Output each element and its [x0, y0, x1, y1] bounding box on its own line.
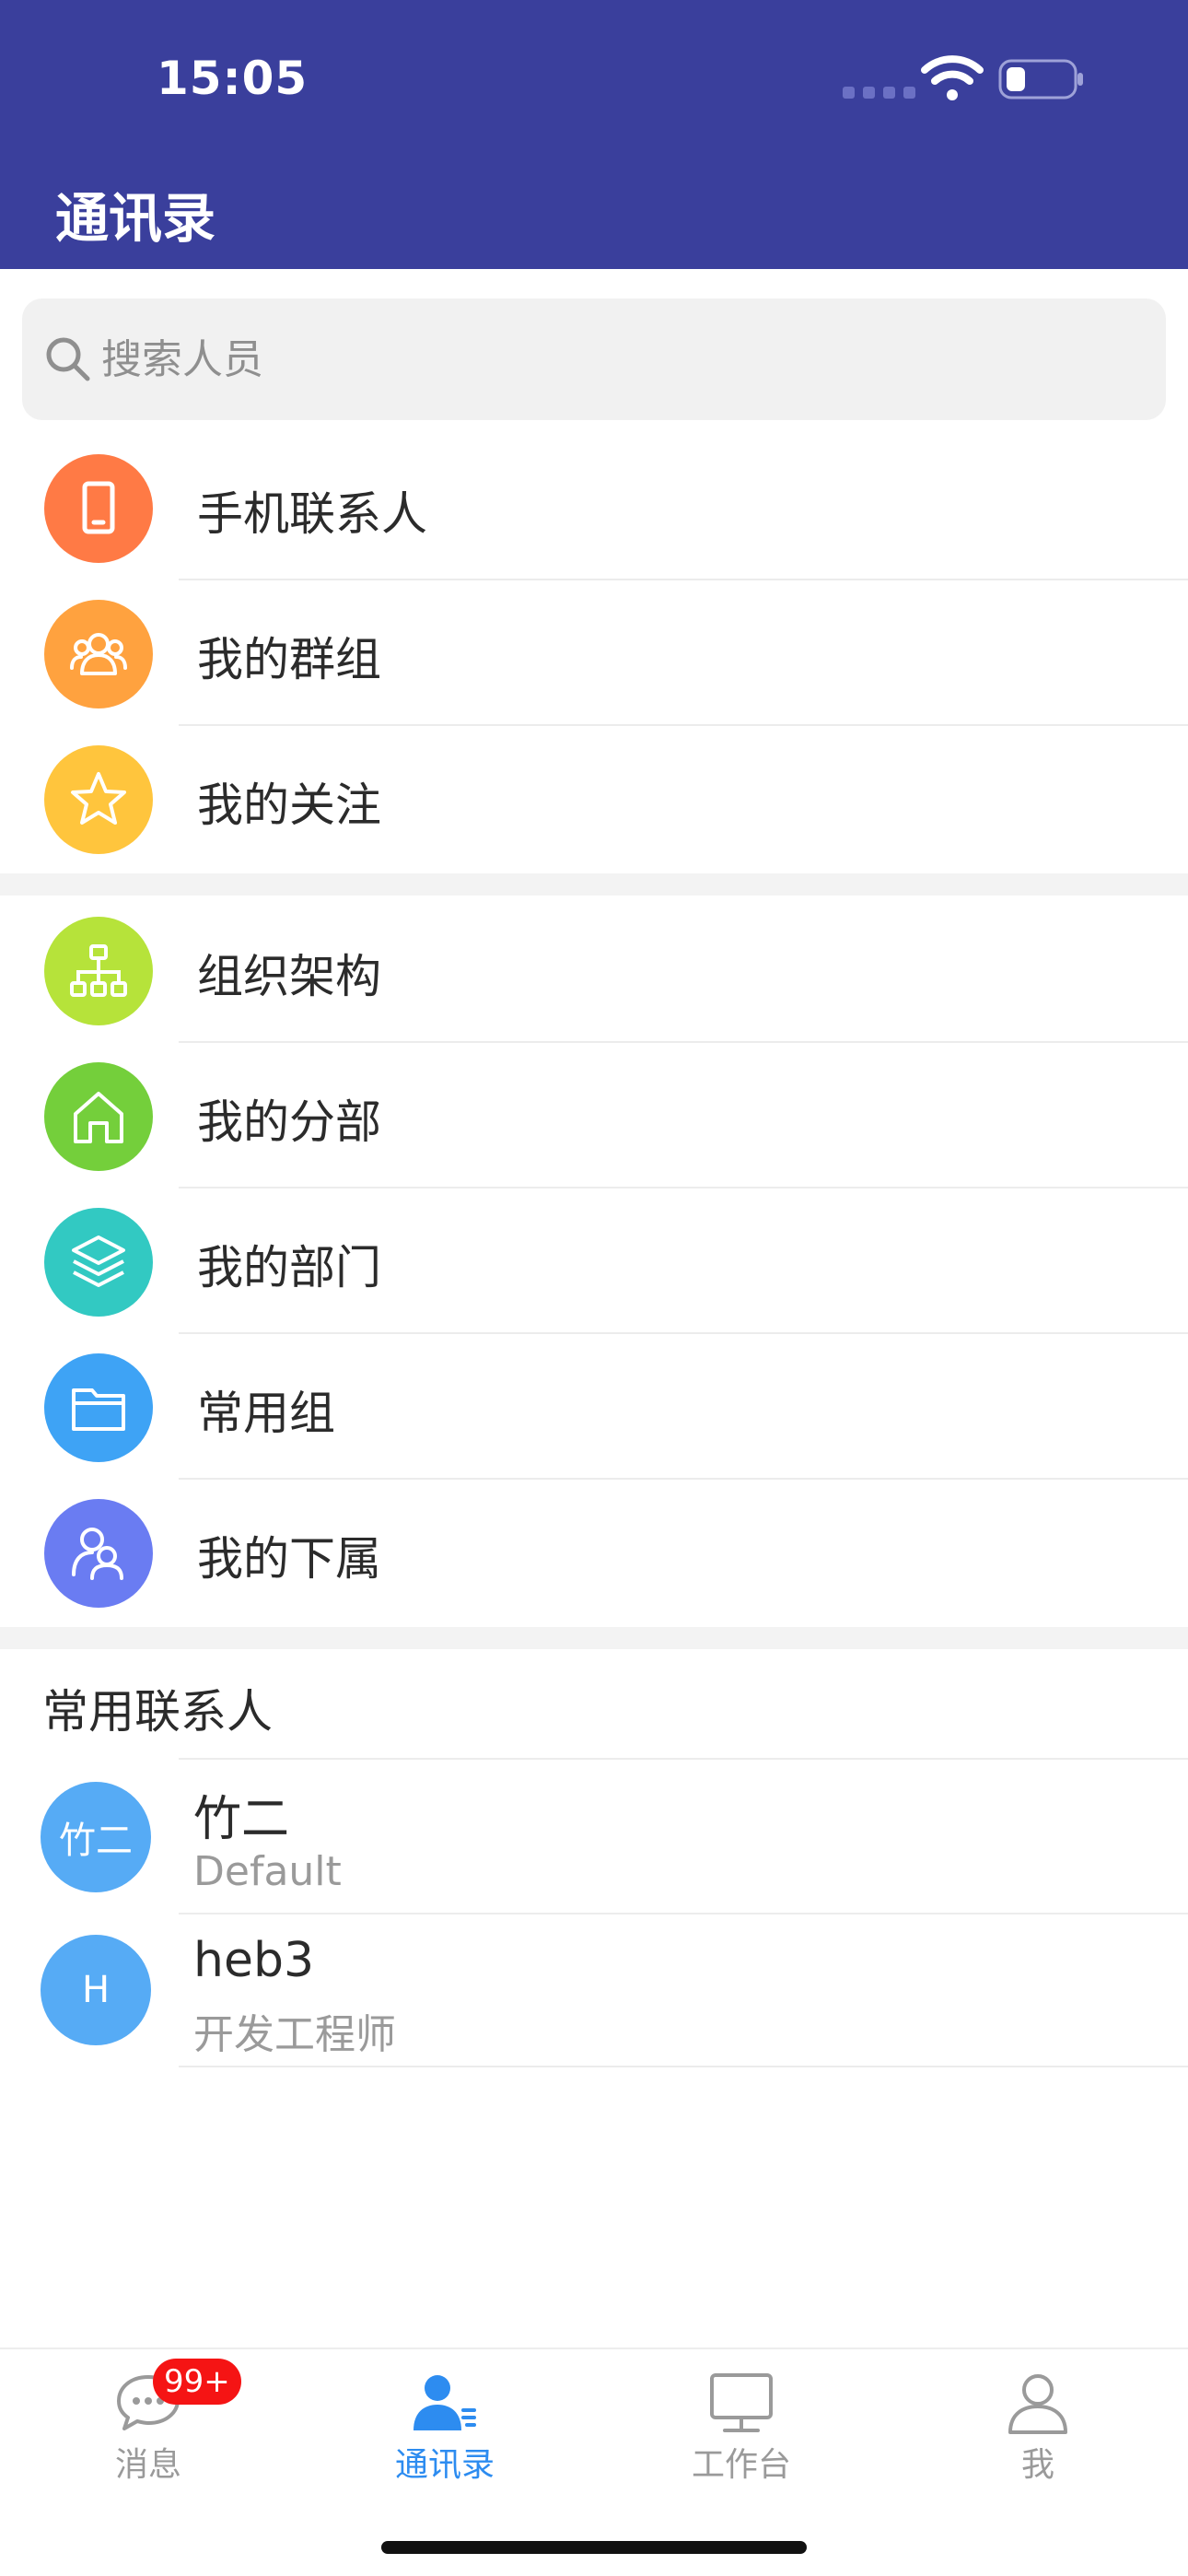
tab-messages[interactable]: 99+ 消息	[0, 2349, 297, 2515]
monitor-icon	[710, 2373, 773, 2432]
contacts-icon	[413, 2375, 476, 2430]
menu-item-my-department[interactable]: 我的部门	[0, 1188, 1188, 1334]
search-icon	[46, 337, 90, 381]
tab-label: 我	[1020, 2446, 1054, 2484]
battery-icon	[998, 59, 1083, 100]
contact-name: heb3	[193, 1933, 315, 1988]
wifi-icon	[921, 55, 984, 100]
menu-item-common-groups[interactable]: 常用组	[0, 1334, 1188, 1480]
menu-item-phone-contacts[interactable]: 手机联系人	[0, 435, 1188, 580]
menu-item-label: 常用组	[197, 1387, 335, 1440]
menu-item-my-subordinates[interactable]: 我的下属	[0, 1480, 1188, 1625]
user-icon	[1008, 2374, 1067, 2434]
contact-name: 竹二	[193, 1792, 290, 1847]
divider	[179, 2066, 1188, 2067]
status-time: 15:05	[157, 52, 309, 105]
menu-item-label: 我的关注	[197, 779, 381, 832]
tab-label: 通讯录	[394, 2446, 495, 2484]
contact-subtitle: Default	[193, 1848, 342, 1895]
tab-me[interactable]: 我	[890, 2349, 1186, 2515]
menu-item-my-groups[interactable]: 我的群组	[0, 580, 1188, 726]
tab-label: 消息	[114, 2446, 181, 2484]
page-title: 通讯录	[55, 187, 216, 250]
org-chart-icon	[44, 917, 153, 1025]
home-icon	[44, 1062, 153, 1171]
contact-row[interactable]: 竹二 竹二 Default	[0, 1762, 1188, 1914]
layers-icon	[44, 1208, 153, 1317]
cellular-signal-icon	[843, 87, 915, 99]
group-icon	[44, 600, 153, 708]
menu-item-label: 手机联系人	[197, 487, 427, 541]
menu-item-my-branch[interactable]: 我的分部	[0, 1043, 1188, 1188]
phone-icon	[44, 454, 153, 563]
search-input[interactable]	[101, 317, 1114, 402]
section-gap	[0, 1627, 1188, 1649]
folder-icon	[44, 1353, 153, 1462]
unread-badge: 99+	[153, 2359, 241, 2405]
menu-item-label: 我的分部	[197, 1095, 381, 1149]
tab-contacts[interactable]: 通讯录	[297, 2349, 593, 2515]
search-bar[interactable]	[22, 299, 1166, 420]
menu-item-org-chart[interactable]: 组织架构	[0, 897, 1188, 1043]
tab-label: 工作台	[691, 2446, 791, 2484]
tab-workbench[interactable]: 工作台	[593, 2349, 890, 2515]
menu-item-label: 组织架构	[197, 950, 381, 1003]
contact-subtitle: 开发工程师	[193, 2011, 396, 2058]
section-title-frequent-contacts: 常用联系人	[42, 1685, 273, 1739]
home-indicator	[381, 2541, 807, 2554]
menu-item-my-follows[interactable]: 我的关注	[0, 726, 1188, 872]
menu-item-label: 我的部门	[197, 1241, 381, 1294]
star-icon	[44, 745, 153, 854]
menu-item-label: 我的群组	[197, 633, 381, 686]
header-bar: 15:05 通讯录	[0, 0, 1188, 269]
divider	[179, 1758, 1188, 1760]
avatar: H	[41, 1935, 151, 2045]
avatar: 竹二	[41, 1782, 151, 1892]
section-gap	[0, 873, 1188, 896]
menu-item-label: 我的下属	[197, 1532, 381, 1586]
contact-row[interactable]: H heb3 开发工程师	[0, 1914, 1188, 2067]
subordinate-icon	[44, 1499, 153, 1608]
